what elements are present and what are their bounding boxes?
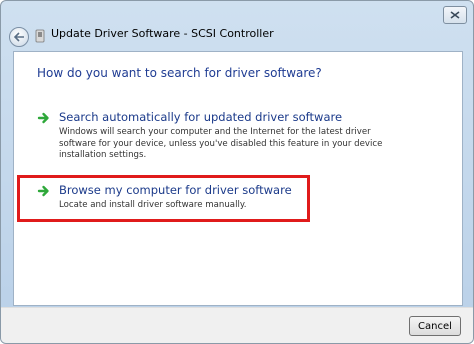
- option-description: Windows will search your computer and th…: [59, 127, 383, 160]
- main-content: How do you want to search for driver sof…: [13, 51, 463, 306]
- window-title: Update Driver Software - SCSI Controller: [51, 27, 274, 40]
- green-arrow-icon: [37, 112, 49, 124]
- page-heading: How do you want to search for driver sof…: [37, 66, 322, 80]
- back-arrow-icon: [13, 32, 24, 42]
- cancel-button[interactable]: Cancel: [409, 316, 461, 336]
- option-title[interactable]: Browse my computer for driver software: [59, 183, 292, 197]
- device-icon: [35, 29, 45, 43]
- close-icon: [450, 11, 460, 19]
- dialog-footer: Cancel: [1, 307, 473, 343]
- close-button[interactable]: [443, 6, 467, 24]
- back-button[interactable]: [9, 27, 29, 47]
- green-arrow-icon: [37, 185, 49, 197]
- option-description: Locate and install driver software manua…: [59, 200, 247, 210]
- title-bar: Update Driver Software - SCSI Controller: [1, 1, 473, 57]
- option-title[interactable]: Search automatically for updated driver …: [59, 110, 342, 124]
- dialog-window: Update Driver Software - SCSI Controller…: [0, 0, 474, 344]
